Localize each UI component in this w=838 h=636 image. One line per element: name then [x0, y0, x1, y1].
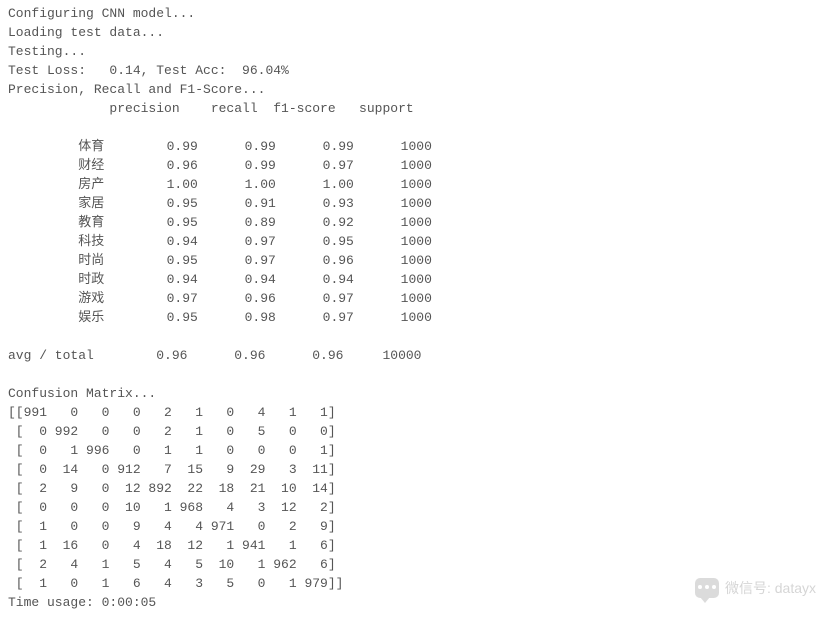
console-output: Configuring CNN model... Loading test da… [0, 0, 838, 616]
